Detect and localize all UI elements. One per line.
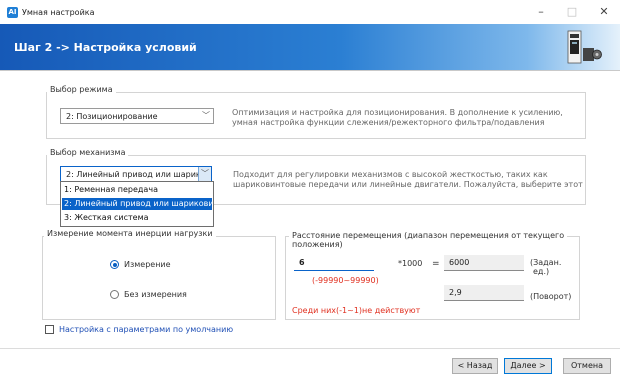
defaults-checkbox[interactable] xyxy=(45,325,54,334)
mode-description-line2: умная настройка функции слежения/режекто… xyxy=(232,118,545,127)
result-value: 6000 xyxy=(449,258,470,267)
mechanism-option-rigid[interactable]: 3: Жесткая система xyxy=(62,212,212,224)
mechanism-option-linear[interactable]: 2: Линейный привод или шариковин xyxy=(62,198,212,210)
mode-select-value: 2: Позиционирование xyxy=(66,112,158,121)
minimize-button[interactable]: – xyxy=(531,4,551,20)
step-title: Шаг 2 -> Настройка условий xyxy=(14,41,197,54)
defaults-checkbox-label[interactable]: Настройка с параметрами по умолчанию xyxy=(59,325,233,334)
mechanism-description-line1: Подходит для регулировки механизмов с вы… xyxy=(233,170,548,179)
footer-divider xyxy=(0,348,620,349)
mechanism-select[interactable]: 2: Линейный привод или шарико ﹀ xyxy=(60,166,212,182)
mode-description-line1: Оптимизация и настройка для позициониров… xyxy=(232,108,563,117)
close-button[interactable]: ✕ xyxy=(594,4,614,20)
distance-input[interactable]: 6 xyxy=(294,255,374,271)
maximize-button[interactable]: □ xyxy=(562,4,582,20)
warning-text: Среди них(-1~1)не действуют xyxy=(292,306,421,315)
next-button[interactable]: Далее > xyxy=(504,358,552,374)
cancel-button[interactable]: Отмена xyxy=(563,358,611,374)
inertia-no-measure-radio[interactable] xyxy=(110,290,119,299)
app-icon: AI xyxy=(7,7,18,18)
range-hint: (-99990~99990) xyxy=(312,276,379,285)
result-unit-line1: (Задан. xyxy=(530,258,562,267)
mode-group-title: Выбор режима xyxy=(47,85,116,94)
mechanism-select-value: 2: Линейный привод или шарико xyxy=(66,170,206,179)
rotation-unit: (Поворот) xyxy=(530,292,572,301)
mechanism-option-belt[interactable]: 1: Ременная передача xyxy=(62,184,212,196)
inertia-measure-radio[interactable] xyxy=(110,260,119,269)
inertia-measure-label[interactable]: Измерение xyxy=(124,260,171,269)
chevron-down-icon: ﹀ xyxy=(202,111,210,120)
inertia-group-title: Измерение момента инерции нагрузки xyxy=(44,229,216,238)
distance-group-title-line2: положения) xyxy=(292,240,343,249)
equals-label: = xyxy=(432,259,440,269)
chevron-down-icon: ﹀ xyxy=(198,167,211,181)
distance-input-value: 6 xyxy=(299,258,305,267)
mechanism-group-title: Выбор механизма xyxy=(47,148,129,157)
result-field: 6000 xyxy=(444,255,524,271)
rotation-value: 2,9 xyxy=(449,288,462,297)
window-title: Умная настройка xyxy=(22,8,95,17)
header-divider xyxy=(0,70,620,71)
servo-drive-icon xyxy=(567,30,602,64)
mechanism-description-line2: шариковинтовые передачи или линейные дви… xyxy=(233,180,583,189)
mode-select[interactable]: 2: Позиционирование ﹀ xyxy=(60,108,214,124)
inertia-no-measure-label[interactable]: Без измерения xyxy=(124,290,187,299)
rotation-field: 2,9 xyxy=(444,285,524,301)
multiplier-label: *1000 xyxy=(398,259,423,268)
back-button[interactable]: < Назад xyxy=(452,358,498,374)
mechanism-dropdown-list: 1: Ременная передача 2: Линейный привод … xyxy=(60,181,214,227)
distance-group-title-line1: Расстояние перемещения (диапазон перемещ… xyxy=(289,231,568,240)
inertia-group xyxy=(42,236,276,320)
result-unit-line2: ед.) xyxy=(533,267,550,276)
